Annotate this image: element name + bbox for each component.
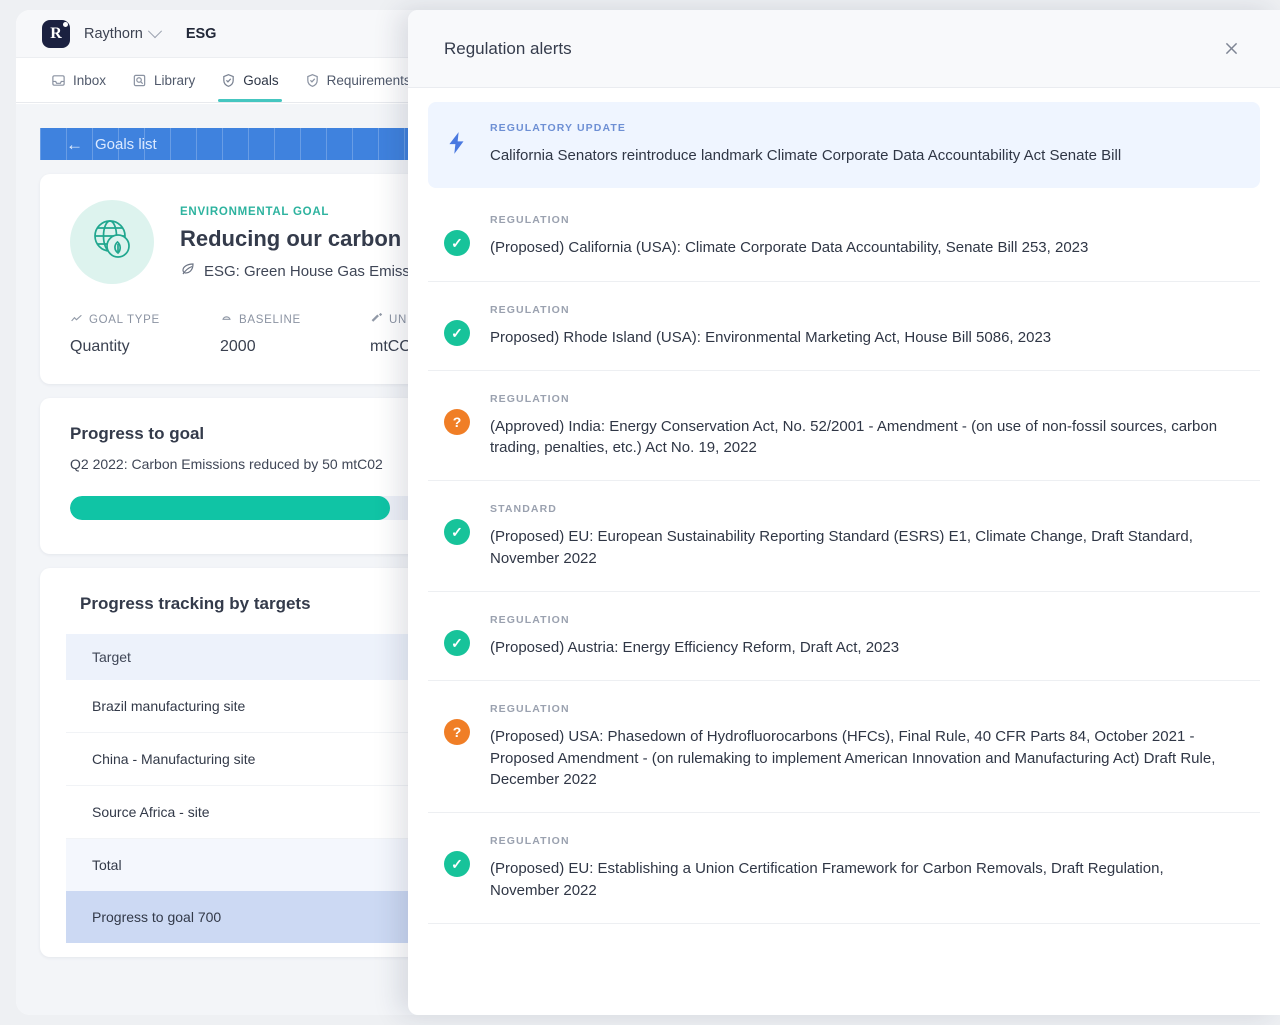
check-circle-icon: ✓ — [444, 614, 472, 658]
tab-inbox-label: Inbox — [73, 73, 106, 88]
status-badge: ✓ — [444, 230, 470, 256]
alert-item[interactable]: ✓ REGULATION (Proposed) California (USA): … — [428, 192, 1260, 281]
progress-bar-fill — [70, 496, 390, 520]
alert-body: REGULATION Proposed) Rhode Island (USA): … — [490, 304, 1242, 348]
workspace-name[interactable]: ESG — [186, 26, 217, 42]
alert-item[interactable]: ? REGULATION (Proposed) USA: Phasedown of … — [428, 681, 1260, 813]
meta-goal-type: GOAL TYPE Quantity — [70, 312, 220, 356]
alert-item[interactable]: ✓ STANDARD (Proposed) EU: European Sustain… — [428, 481, 1260, 592]
alert-body: REGULATION (Proposed) USA: Phasedown of H… — [490, 703, 1242, 790]
tab-requirements-label: Requirements — [327, 73, 411, 88]
goal-text-block: ENVIRONMENTAL GOAL Reducing our carbon e… — [180, 200, 420, 284]
alert-kicker: REGULATION — [490, 614, 1232, 626]
check-circle-icon: ✓ — [444, 304, 472, 348]
tab-requirements[interactable]: Requirements — [292, 58, 424, 102]
app-logo[interactable]: R — [42, 20, 70, 48]
goal-avatar — [70, 200, 154, 284]
alert-text: (Proposed) California (USA): Climate Cor… — [490, 237, 1232, 258]
meta-baseline-label: BASELINE — [239, 314, 301, 326]
goal-kicker: ENVIRONMENTAL GOAL — [180, 206, 420, 218]
alert-item[interactable]: ✓ REGULATION (Proposed) Austria: Energy Ef… — [428, 592, 1260, 681]
goal-subtitle: ESG: Green House Gas Emiss — [204, 263, 410, 280]
tab-goals[interactable]: Goals — [208, 58, 291, 102]
breadcrumb-label[interactable]: Goals list — [95, 136, 157, 153]
alert-text: (Proposed) Austria: Energy Efficiency Re… — [490, 637, 1232, 658]
globe-leaf-icon — [87, 215, 137, 270]
meta-baseline-label-row: BASELINE — [220, 312, 370, 328]
shield-icon — [305, 73, 320, 88]
question-circle-icon: ? — [444, 703, 472, 790]
check-circle-icon: ✓ — [444, 835, 472, 901]
alert-text: Proposed) Rhode Island (USA): Environmen… — [490, 327, 1232, 348]
meta-goal-type-label: GOAL TYPE — [89, 314, 160, 326]
close-icon[interactable] — [1218, 36, 1244, 62]
tab-library[interactable]: Library — [119, 58, 208, 102]
status-badge: ✓ — [444, 320, 470, 346]
scale-icon — [220, 312, 233, 328]
alert-item[interactable]: REGULATORY UPDATE California Senators rei… — [428, 102, 1260, 188]
tab-goals-label: Goals — [243, 73, 278, 88]
alert-kicker: REGULATION — [490, 214, 1232, 226]
alert-kicker: REGULATION — [490, 304, 1232, 316]
meta-baseline-value: 2000 — [220, 338, 370, 356]
status-badge: ? — [444, 719, 470, 745]
screen-root: R Raythorn ESG Inbox — [0, 0, 1280, 1025]
goal-subtitle-row: ESG: Green House Gas Emiss — [180, 261, 420, 281]
alert-item[interactable]: ? REGULATION (Approved) India: Energy Cons… — [428, 371, 1260, 482]
logo-letter: R — [50, 25, 62, 43]
question-circle-icon: ? — [444, 393, 472, 459]
lightning-bolt-icon — [444, 122, 472, 166]
alert-body: REGULATORY UPDATE California Senators rei… — [490, 122, 1242, 166]
alert-text: (Proposed) EU: Establishing a Union Cert… — [490, 858, 1232, 901]
meta-baseline: BASELINE 2000 — [220, 312, 370, 356]
org-name[interactable]: Raythorn — [84, 26, 143, 42]
meta-goal-type-label-row: GOAL TYPE — [70, 312, 220, 328]
alert-text: California Senators reintroduce landmark… — [490, 145, 1232, 166]
check-circle-icon: ✓ — [444, 214, 472, 258]
alert-kicker: REGULATION — [490, 393, 1232, 405]
alert-text: (Proposed) EU: European Sustainability R… — [490, 526, 1232, 569]
status-badge: ✓ — [444, 851, 470, 877]
alert-text: (Approved) India: Energy Conservation Ac… — [490, 416, 1232, 459]
arrow-left-icon[interactable]: ← — [66, 136, 83, 153]
tab-library-label: Library — [154, 73, 195, 88]
ruler-icon — [370, 312, 383, 328]
inbox-icon — [51, 73, 66, 88]
alert-item[interactable]: ✓ REGULATION Proposed) Rhode Island (USA):… — [428, 282, 1260, 371]
alert-kicker: REGULATION — [490, 703, 1232, 715]
page-title: Reducing our carbon e — [180, 226, 420, 252]
alert-body: REGULATION (Proposed) EU: Establishing a … — [490, 835, 1242, 901]
meta-goal-type-value: Quantity — [70, 338, 220, 356]
alert-body: REGULATION (Proposed) Austria: Energy Eff… — [490, 614, 1242, 658]
chart-line-icon — [70, 312, 83, 328]
tab-inbox[interactable]: Inbox — [38, 58, 119, 102]
shield-check-icon — [221, 73, 236, 88]
panel-header: Regulation alerts — [408, 10, 1280, 88]
status-badge: ✓ — [444, 630, 470, 656]
alerts-list[interactable]: REGULATORY UPDATE California Senators rei… — [408, 88, 1280, 1015]
alert-body: STANDARD (Proposed) EU: European Sustaina… — [490, 503, 1242, 569]
alert-body: REGULATION (Proposed) California (USA): C… — [490, 214, 1242, 258]
alert-text: (Proposed) USA: Phasedown of Hydrofluoro… — [490, 726, 1232, 790]
alert-body: REGULATION (Approved) India: Energy Conse… — [490, 393, 1242, 459]
regulation-alerts-panel: Regulation alerts REGULATORY UPDATE Calif… — [408, 10, 1280, 1015]
alert-kicker: REGULATORY UPDATE — [490, 122, 1232, 134]
alert-kicker: REGULATION — [490, 835, 1232, 847]
check-circle-icon: ✓ — [444, 503, 472, 569]
chevron-down-icon[interactable] — [148, 24, 162, 38]
library-icon — [132, 73, 147, 88]
status-badge: ✓ — [444, 519, 470, 545]
panel-title: Regulation alerts — [444, 39, 572, 59]
alert-kicker: STANDARD — [490, 503, 1232, 515]
leaf-icon — [180, 261, 196, 281]
alert-item[interactable]: ✓ REGULATION (Proposed) EU: Establishing a… — [428, 813, 1260, 924]
status-badge: ? — [444, 409, 470, 435]
